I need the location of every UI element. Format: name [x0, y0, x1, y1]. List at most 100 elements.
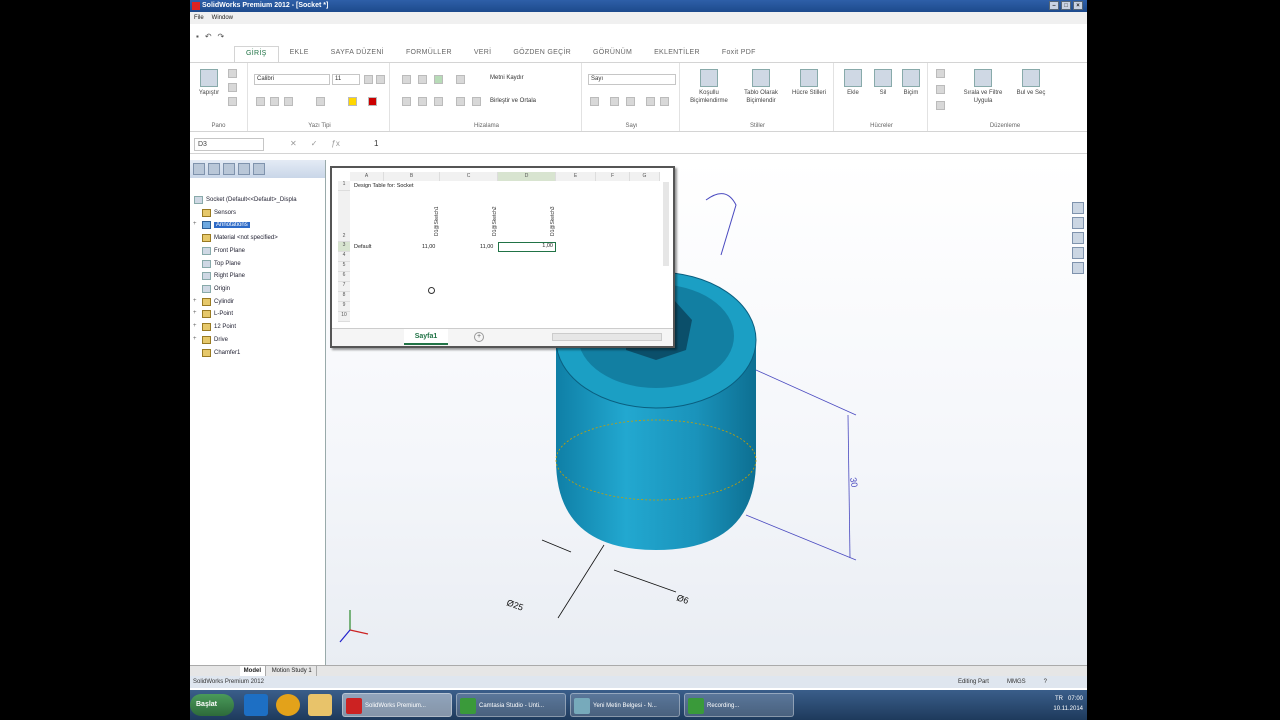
cell-d2[interactable]: D1@Sketch3: [550, 206, 556, 236]
cell-d3[interactable]: 1,00: [498, 242, 556, 252]
row-header[interactable]: 1: [338, 181, 350, 191]
autosum-icon[interactable]: [936, 69, 945, 78]
cancel-entry-icon[interactable]: ✕: [290, 139, 297, 148]
insert-cells-button[interactable]: Ekle: [840, 69, 866, 97]
tree-item-chamfer1[interactable]: Chamfer1: [202, 349, 240, 357]
row-header[interactable]: 5: [338, 262, 350, 272]
add-sheet-icon[interactable]: +: [474, 332, 484, 342]
tree-root[interactable]: Socket (Default<<Default>_Displa: [194, 196, 297, 204]
height-dimension-label[interactable]: 30: [848, 477, 860, 489]
decrease-decimal-icon[interactable]: [660, 97, 669, 106]
feature-manager-icon[interactable]: [193, 163, 205, 175]
font-size-select[interactable]: 11: [332, 74, 360, 85]
row-header[interactable]: 4: [338, 252, 350, 262]
tree-item-sensors[interactable]: Sensors: [202, 209, 236, 217]
help-icon[interactable]: ?: [1044, 676, 1047, 688]
orientation-icon[interactable]: [456, 75, 465, 84]
cell-a3[interactable]: Default: [354, 244, 371, 250]
wrap-text-button[interactable]: Metni Kaydır: [490, 75, 524, 81]
fill-color-icon[interactable]: [348, 97, 357, 106]
vertical-scrollbar[interactable]: [663, 182, 669, 266]
copy-icon[interactable]: [228, 83, 237, 92]
clock-date[interactable]: 10.11.2014: [1053, 706, 1083, 712]
design-table-window[interactable]: A B C D E F G 1 2 3 4 5 6 7 8 9 10 Desig…: [330, 166, 675, 348]
fill-icon[interactable]: [936, 85, 945, 94]
ie-icon[interactable]: [244, 694, 268, 716]
name-box[interactable]: D3: [194, 138, 264, 151]
format-as-table-button[interactable]: Tablo Olarak Biçimlendir: [736, 69, 786, 105]
tab-motion-study[interactable]: Motion Study 1: [268, 666, 317, 676]
conditional-formatting-button[interactable]: Koşullu Biçimlendirme: [686, 69, 732, 105]
tab-formulas[interactable]: FORMÜLLER: [395, 46, 463, 62]
confirm-entry-icon[interactable]: ✓: [311, 139, 318, 148]
formula-input[interactable]: 1: [370, 138, 1080, 151]
tree-item-top-plane[interactable]: Top Plane: [202, 260, 241, 268]
tab-review[interactable]: GÖZDEN GEÇİR: [502, 46, 582, 62]
underline-icon[interactable]: [284, 97, 293, 106]
tab-view[interactable]: GÖRÜNÜM: [582, 46, 643, 62]
row-header[interactable]: 9: [338, 302, 350, 312]
menu-window[interactable]: Window: [212, 12, 233, 24]
taskbar-app-solidworks[interactable]: SolidWorks Premium...: [342, 693, 452, 717]
currency-icon[interactable]: [590, 97, 599, 106]
tree-item-material[interactable]: Material <not specified>: [202, 234, 278, 242]
italic-icon[interactable]: [270, 97, 279, 106]
format-painter-icon[interactable]: [228, 97, 237, 106]
row-header[interactable]: 2: [338, 191, 350, 242]
row-header[interactable]: 7: [338, 282, 350, 292]
tree-item-drive[interactable]: Drive: [202, 336, 228, 344]
cut-icon[interactable]: [228, 69, 237, 78]
view-palette-icon[interactable]: [1072, 247, 1084, 259]
cell-styles-button[interactable]: Hücre Stilleri: [790, 69, 828, 97]
tab-data[interactable]: VERİ: [463, 46, 503, 62]
column-header[interactable]: A: [350, 172, 384, 181]
start-button[interactable]: Başlat: [190, 694, 234, 716]
chrome-icon[interactable]: [276, 694, 300, 716]
horizontal-scrollbar[interactable]: [552, 333, 662, 341]
tree-item-right-plane[interactable]: Right Plane: [202, 272, 245, 280]
save-icon[interactable]: ▪: [196, 32, 199, 41]
file-explorer-icon[interactable]: [1072, 232, 1084, 244]
column-header[interactable]: B: [384, 172, 440, 181]
percent-icon[interactable]: [610, 97, 619, 106]
tab-page-layout[interactable]: SAYFA DÜZENİ: [320, 46, 395, 62]
tree-item-origin[interactable]: Origin: [202, 285, 230, 293]
tab-home[interactable]: GİRİŞ: [234, 46, 279, 62]
taskbar-app-notepad[interactable]: Yeni Metin Belgesi - N...: [570, 693, 680, 717]
taskbar-app-recording[interactable]: Recording...: [684, 693, 794, 717]
taskbar-app-camtasia[interactable]: Camtasia Studio - Unti...: [456, 693, 566, 717]
cell-b3[interactable]: 11,00: [422, 244, 435, 250]
paste-button[interactable]: Yapıştır: [196, 69, 222, 97]
grow-font-icon[interactable]: [364, 75, 373, 84]
resources-icon[interactable]: [1072, 202, 1084, 214]
spreadsheet-grid[interactable]: A B C D E F G 1 2 3 4 5 6 7 8 9 10 Desig…: [338, 172, 660, 328]
configuration-manager-icon[interactable]: [223, 163, 235, 175]
minimize-button[interactable]: –: [1049, 1, 1059, 10]
tab-addins[interactable]: EKLENTİLER: [643, 46, 711, 62]
design-library-icon[interactable]: [1072, 217, 1084, 229]
align-center-icon[interactable]: [418, 97, 427, 106]
tab-foxit[interactable]: Foxit PDF: [711, 46, 767, 62]
expand-icon[interactable]: +: [193, 298, 197, 304]
maximize-button[interactable]: □: [1061, 1, 1071, 10]
find-select-button[interactable]: Bul ve Seç: [1014, 69, 1048, 97]
insert-function-icon[interactable]: ƒx: [331, 139, 339, 148]
font-color-icon[interactable]: [368, 97, 377, 106]
column-header[interactable]: E: [556, 172, 596, 181]
tree-item-front-plane[interactable]: Front Plane: [202, 247, 245, 255]
tree-item-12-point[interactable]: 12 Point: [202, 323, 236, 331]
cell-b2[interactable]: D1@Sketch1: [434, 206, 440, 236]
display-manager-icon[interactable]: [253, 163, 265, 175]
redo-icon[interactable]: ↷: [218, 32, 225, 41]
appearances-icon[interactable]: [1072, 262, 1084, 274]
align-bottom-icon[interactable]: [434, 75, 443, 84]
inner-diameter-label[interactable]: Ø6: [675, 592, 690, 606]
delete-cells-button[interactable]: Sil: [870, 69, 896, 97]
clear-icon[interactable]: [936, 101, 945, 110]
merge-center-button[interactable]: Birleştir ve Ortala: [490, 98, 536, 104]
expand-icon[interactable]: +: [193, 221, 197, 227]
column-header[interactable]: G: [630, 172, 660, 181]
expand-icon[interactable]: +: [193, 310, 197, 316]
font-name-select[interactable]: Calibri: [254, 74, 330, 85]
align-middle-icon[interactable]: [418, 75, 427, 84]
